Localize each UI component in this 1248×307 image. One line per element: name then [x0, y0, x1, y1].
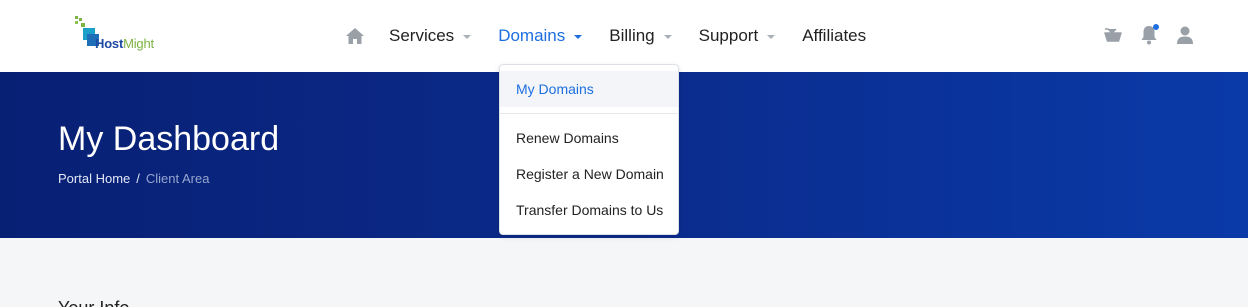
nav-billing-label: Billing	[609, 26, 655, 45]
nav-domains[interactable]: Domains	[498, 26, 583, 46]
chevron-down-icon	[663, 35, 672, 39]
nav-billing[interactable]: Billing	[609, 26, 672, 46]
home-icon	[346, 28, 364, 44]
nav-services-label: Services	[389, 26, 455, 45]
domains-dropdown-menu: My Domains Renew Domains Register a New …	[499, 64, 679, 235]
top-navbar: HostMight Services Domains Billing Suppo…	[0, 0, 1248, 72]
notification-dot	[1153, 24, 1159, 30]
hostmight-logo[interactable]: HostMight	[72, 14, 182, 56]
breadcrumb-separator: /	[136, 171, 140, 186]
chevron-down-icon	[463, 35, 472, 39]
nav-affiliates[interactable]: Affiliates	[802, 26, 866, 46]
menu-item-register-domain[interactable]: Register a New Domain	[500, 156, 678, 192]
cart-icon	[1104, 28, 1122, 42]
chevron-down-icon	[574, 35, 583, 39]
breadcrumb-current: Client Area	[145, 171, 210, 186]
breadcrumb-home-link[interactable]: Portal Home	[58, 171, 130, 186]
nav-services[interactable]: Services	[389, 26, 472, 46]
logo-text-host: Host	[95, 36, 124, 51]
menu-item-my-domains[interactable]: My Domains	[500, 71, 678, 107]
account-icons	[1100, 22, 1208, 48]
logo-text-might: Might	[123, 36, 154, 51]
menu-item-renew-domains[interactable]: Renew Domains	[500, 120, 678, 156]
nav-support-label: Support	[698, 26, 759, 45]
home-link[interactable]	[340, 21, 370, 51]
section-heading: Your Info	[58, 298, 129, 307]
nav-support[interactable]: Support	[699, 26, 776, 46]
main-nav: Services Domains Billing Support Affilia…	[340, 0, 893, 72]
page-title: My Dashboard	[58, 120, 280, 158]
user-icon	[1177, 26, 1193, 44]
account-button[interactable]	[1172, 22, 1198, 48]
chevron-down-icon	[767, 35, 776, 39]
breadcrumb: Portal Home / Client Area	[58, 171, 209, 186]
notifications-button[interactable]	[1136, 22, 1162, 48]
menu-divider	[500, 113, 678, 114]
menu-item-transfer-domains[interactable]: Transfer Domains to Us	[500, 192, 678, 228]
nav-affiliates-label: Affiliates	[802, 26, 867, 45]
nav-domains-label: Domains	[498, 26, 566, 45]
cart-button[interactable]	[1100, 22, 1126, 48]
logo-wordmark: HostMight	[95, 36, 154, 51]
